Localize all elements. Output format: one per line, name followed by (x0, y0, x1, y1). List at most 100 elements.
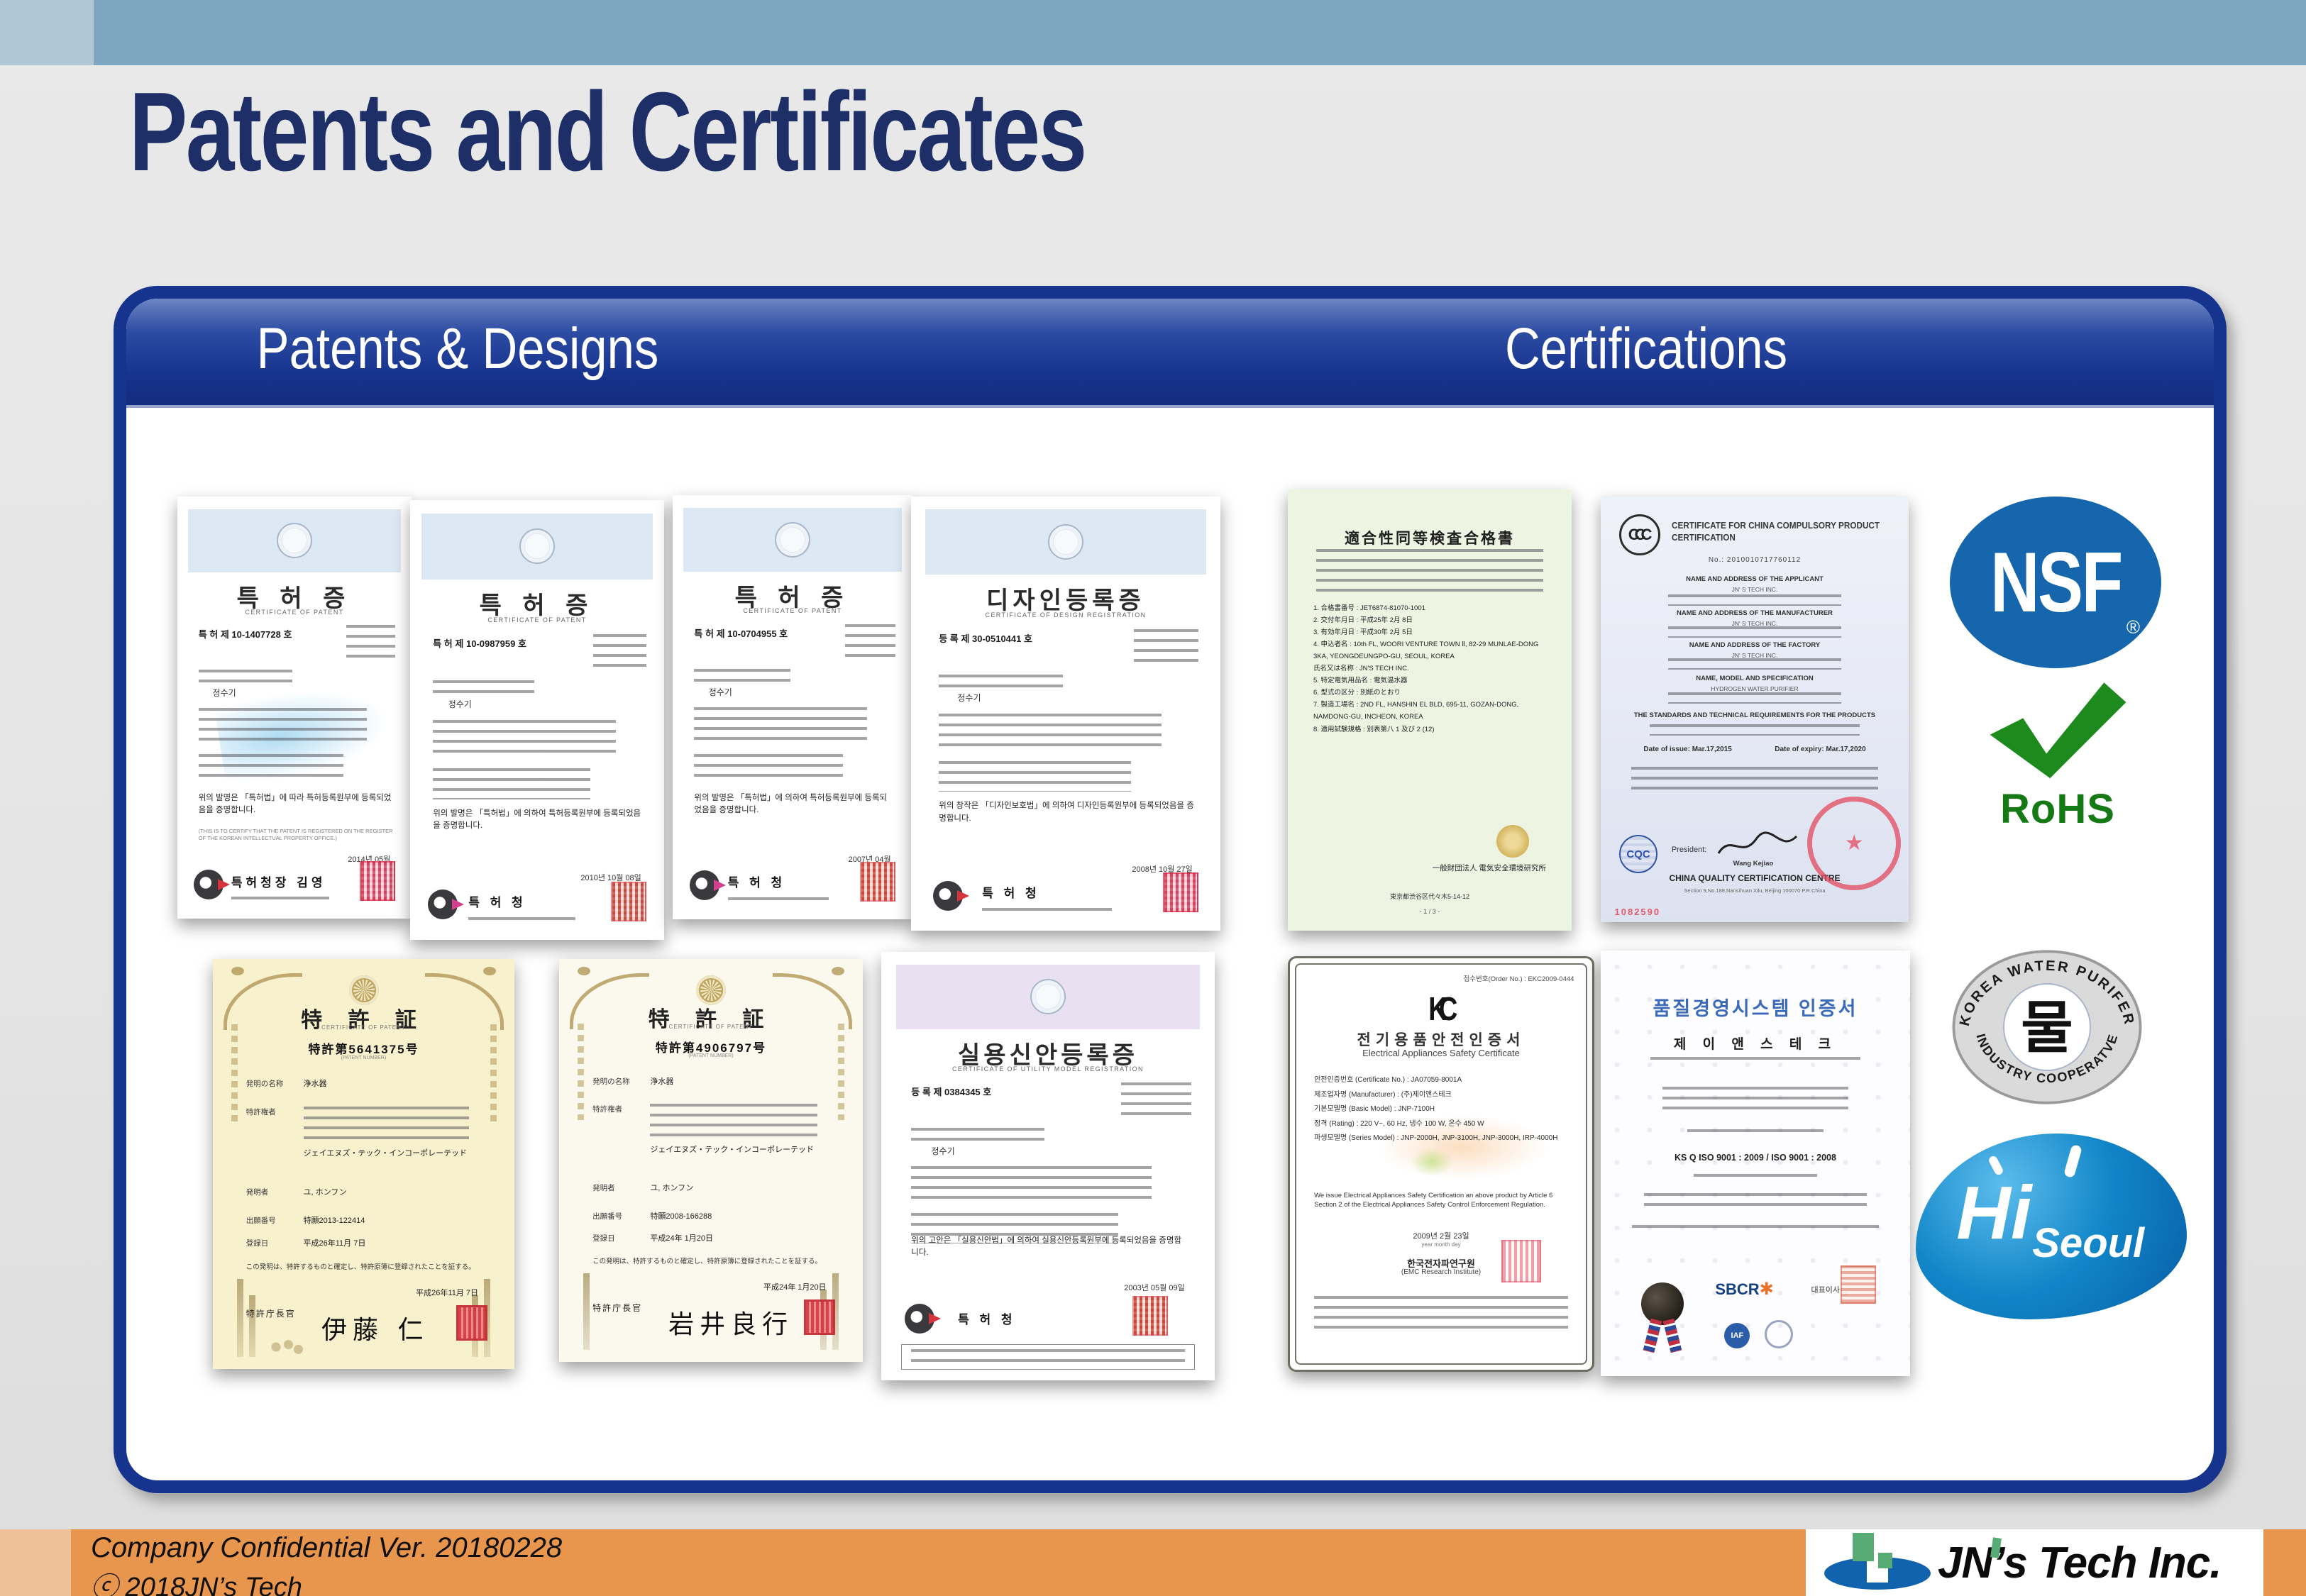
certificate-conformity-jp: 適合性同等検査合格書 1. 合格書番号 : JET6874-81070-1001… (1288, 489, 1572, 931)
text-lines (1687, 1129, 1824, 1138)
guilloche-band (925, 509, 1207, 575)
kipo-logo-icon (194, 870, 224, 899)
pink-stamp-icon (611, 882, 646, 921)
patent-number-en: (PATENT NUMBER) (559, 1053, 863, 1058)
row-factory: 7. 製造工場名 : 2ND FL, HANSHIN EL BLD, 695-1… (1313, 699, 1552, 723)
bamboo-ornament (249, 1295, 255, 1357)
president-signature-icon (1715, 831, 1800, 860)
certificate-statement: 위의 발명은 「특허법」에 의하여 특허등록원부에 등록되었음을 증명합니다. (694, 792, 893, 817)
red-stamp-icon (1501, 1240, 1541, 1282)
slide: Patents and Certificates Patents & Desig… (0, 0, 2306, 1596)
iaf-logo-icon: IAF (1724, 1323, 1750, 1348)
section-heading: THE STANDARDS AND TECHNICAL REQUIREMENTS… (1601, 711, 1909, 719)
company-name: JN’s Tech Inc. (1938, 1538, 2222, 1588)
field-label: 発明者 (592, 1182, 615, 1193)
design-article: 정수기 (957, 692, 981, 704)
text-lines (1314, 1296, 1568, 1333)
field-label: 発明の名称 (592, 1076, 630, 1087)
text-lines (694, 669, 790, 686)
field-label: 登録日 (592, 1233, 615, 1243)
text-lines (911, 1128, 1044, 1145)
certificate-design-kr: 디자인등록증 CERTIFICATE OF DESIGN REGISTRATIO… (911, 497, 1220, 931)
page-title: Patents and Certificates (129, 68, 1355, 196)
registration-number-value: 제 0384345 호 (933, 1087, 991, 1097)
cqc-logo-icon: CQC (1619, 835, 1657, 873)
certificate-title: 디자인등록증 (911, 581, 1220, 616)
page-title-text: Patents and Certificates (129, 68, 1086, 196)
text-lines (939, 761, 1130, 792)
application-number: 特願2013-122414 (304, 1215, 491, 1227)
row-valid-date: 3. 有効年月日 : 平成30年 2月 5日 (1313, 626, 1552, 638)
certificate-statement: 위의 발명은 「특허법」에 의하여 특허등록원부에 등록되었음을 증명합니다. (433, 808, 644, 833)
patent-number: 特許第5641375号 (213, 1039, 514, 1057)
kc-mark-icon: KC (1433, 990, 1450, 1028)
seal-center-text: 물 (2021, 997, 2073, 1060)
nsf-logo: NSF ® (1950, 497, 2161, 668)
patent-number-label: 특 허 (433, 638, 453, 649)
president-name: Wang Kejiao (1733, 860, 1774, 868)
safety-cert-rows: 안전인증번호 (Certificate No.) : JA07059-8001A… (1314, 1073, 1574, 1146)
patent-number: 특 허 제 10-0704955 호 (694, 626, 788, 640)
row-name: 氏名又は名称 : JN'S TECH INC. (1313, 663, 1552, 675)
text-lines (650, 1104, 817, 1140)
patent-number-value: 제 10-0704955 호 (717, 628, 788, 639)
section-value: JN' S TECH INC. (1601, 586, 1909, 593)
gold-seal-icon (1496, 825, 1529, 858)
pink-stamp-icon (1132, 1296, 1168, 1336)
certificate-title: 특 허 증 (410, 586, 664, 621)
bamboo-ornament (583, 1273, 590, 1350)
inventor-name: ユ, ホンフン (650, 1182, 838, 1195)
issuer: 특 허 청 (958, 1309, 1015, 1327)
invention-title: 정수기 (213, 687, 236, 699)
application-number: 特願2008-166288 (650, 1211, 838, 1223)
field-value: 浄水器 (650, 1076, 838, 1088)
top-accent-bar (0, 0, 2306, 65)
patentee-name: ジェイエヌズ・テック・インコーポレーテッド (650, 1144, 838, 1156)
field-label: 特許権者 (592, 1104, 622, 1114)
guilloche-band (683, 508, 902, 572)
date-of-issue: Date of issue: Mar.17,2015 (1643, 746, 1732, 753)
issuer: 특 허 청 (468, 892, 526, 910)
pink-stamp-icon (860, 862, 895, 902)
kipo-logo-icon (690, 870, 719, 900)
chrysanthemum-seal-icon (696, 975, 726, 1005)
text-lines (911, 1166, 1151, 1204)
logo-green-square (1853, 1533, 1874, 1561)
chrysanthemum-seal-icon (349, 975, 379, 1005)
design-number-label: 등 록 (939, 633, 959, 644)
certificate-date: 2009년 2월 23일 (1290, 1230, 1592, 1241)
section-heading: NAME AND ADDRESS OF THE MANUFACTURER (1601, 609, 1909, 617)
kipo-emblem-icon (775, 522, 810, 558)
text-lines (199, 754, 344, 784)
section-value: HYDROGEN WATER PURIFIER (1601, 685, 1909, 692)
accreditation-ring-icon (1765, 1320, 1793, 1348)
footnote-box (901, 1344, 1195, 1370)
text-lines (1316, 549, 1543, 593)
guilloche-band (896, 965, 1200, 1029)
red-stamp-icon (1841, 1265, 1876, 1304)
issue-expiry-dates: Date of issue: Mar.17,2015 Date of expir… (1601, 746, 1909, 753)
text-lines (1694, 1174, 1817, 1183)
text-lines (1650, 1057, 1860, 1067)
patent-number-en: (PATENT NUMBER) (213, 1055, 514, 1060)
certificate-subtitle: CERTIFICATE OF PATENT (673, 607, 912, 614)
issuer-en: (EMC Research Institute) (1290, 1268, 1592, 1276)
field-label: 出願番号 (246, 1215, 276, 1226)
text-lines (1134, 629, 1199, 664)
official-title: 特許庁長官 (592, 1302, 642, 1314)
invention-title: 정수기 (448, 698, 472, 710)
text-lines (304, 1107, 470, 1143)
issuer: 한국전자파연구원 (1290, 1256, 1592, 1270)
text-lines (1668, 692, 1841, 704)
official-title: 特許庁長官 (246, 1307, 296, 1319)
watermark (1411, 1148, 1453, 1176)
red-stamp-icon (1163, 872, 1198, 912)
registered-trademark-icon: ® (2126, 616, 2140, 638)
certificate-statement: 위의 고안은 「실용신안법」에 의하여 실용신안등록원부에 등록되었음을 증명합… (911, 1235, 1188, 1260)
registration-date: 平成26年11月 7日 (304, 1238, 491, 1250)
rohs-logo: RoHS (1955, 672, 2160, 833)
order-number: 접수번호(Order No.) : EKC2009-0444 (1464, 973, 1574, 983)
patent-number-value: 제 10-1407728 호 (221, 629, 292, 640)
text-lines (845, 624, 895, 658)
patent-number: 특 허 제 10-0987959 호 (433, 636, 526, 650)
